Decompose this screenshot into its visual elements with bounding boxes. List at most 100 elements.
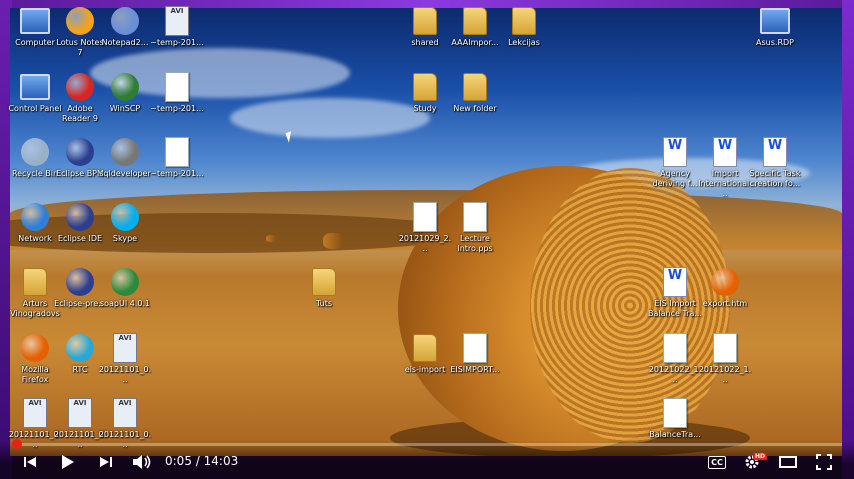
volume-icon[interactable] [131,452,153,472]
desktop-icon-label: New folder [453,104,497,113]
document-icon [460,333,490,363]
scrubber-handle[interactable] [11,439,22,449]
video-file-icon: AVI [162,6,192,36]
previous-icon[interactable] [20,452,40,472]
desktop-icon[interactable]: AAAImpor... [448,6,502,48]
desktop-icon[interactable]: WinSCP [98,72,152,114]
desktop-icon[interactable]: W Agency deriving f... [648,137,702,189]
word-document-icon: W [660,137,690,167]
desktop-icon-label: 20121101_0... [98,365,152,384]
desktop-icon[interactable]: ~temp-201... [150,137,204,179]
document-icon [660,398,690,428]
desktop-icon-label: ~temp-201... [150,38,204,47]
computer-icon [20,72,50,102]
desktop-icon[interactable]: EISIMPORT... [448,333,502,375]
document-icon [162,137,192,167]
desktop-icon[interactable]: 20121022_1... [698,333,752,385]
small-hay-bale [266,235,276,242]
application-icon [20,137,50,167]
desktop-icon[interactable]: Study [398,72,452,114]
desktop-icon[interactable]: sqldeveloper [98,137,152,179]
desktop-icon-label: Specific Task creation fo... [749,169,801,188]
document-icon [460,202,490,232]
document-icon [660,333,690,363]
document-icon [162,72,192,102]
desktop-icon-label: soapUI 4.0.1 [99,299,151,308]
desktop-icon-label: ~temp-201... [150,104,204,113]
application-icon [110,137,140,167]
desktop-icon[interactable]: Lecture Intro.pps [448,202,502,254]
desktop-icon[interactable]: shared [398,6,452,48]
application-icon [110,72,140,102]
desktop-icon-label: AAAImpor... [451,38,499,47]
video-file-icon: AVI [110,333,140,363]
desktop-icon[interactable]: soapUI 4.0.1 [98,267,152,309]
folder-icon [410,333,440,363]
document-icon [710,333,740,363]
application-icon [65,72,95,102]
time-display: 0:05 / 14:03 [165,454,238,468]
word-document-icon: W [660,267,690,297]
application-icon [65,137,95,167]
application-icon [110,6,140,36]
folder-icon [410,72,440,102]
desktop-icon[interactable]: Skype [98,202,152,244]
captions-label: CC [708,455,726,469]
computer-icon [760,6,790,36]
desktop-icon[interactable]: eis-import [398,333,452,375]
desktop-icon[interactable]: New folder [448,72,502,114]
desktop-icon[interactable]: export.htm [698,267,752,309]
desktop-icon[interactable]: 20121022_1... [648,333,702,385]
progress-bar[interactable] [12,443,842,446]
folder-icon [20,267,50,297]
desktop-icon[interactable]: 20121029_2... [398,202,452,254]
folder-icon [460,6,490,36]
desktop-icon[interactable]: W EIS Import Balance Tra... [648,267,702,319]
time-current: 0:05 [165,454,192,468]
video-file-icon: AVI [65,398,95,428]
desktop-icon-label: EIS Import Balance Tra... [648,299,702,318]
desktop-icon[interactable]: Notepad2... [98,6,152,48]
time-total: 14:03 [203,454,239,468]
desktop-icon-label: Study [413,104,437,113]
desktop-icon-label: Import International... [698,169,752,198]
small-hay-bale [323,233,343,249]
desktop-icon-label: shared [411,38,439,47]
application-icon [110,267,140,297]
video-file-icon: AVI [110,398,140,428]
desktop-icon-label: Lecture Intro.pps [457,234,493,253]
desktop-icon[interactable]: AVI 20121101_0... [98,333,152,385]
desktop-icon-label: BalanceTra... [649,430,701,439]
time-separator: / [195,454,200,468]
fullscreen-icon[interactable] [814,452,834,472]
play-icon[interactable] [58,452,78,472]
application-icon [65,6,95,36]
desktop-icon-label: 20121022_1... [698,365,752,384]
desktop-icon-label: Asus.RDP [756,38,794,47]
desktop-icon-label: export.htm [702,299,748,308]
desktop-icon[interactable]: Tuts [297,267,351,309]
desktop-icon-label: 20121029_2... [398,234,452,253]
desktop-icon[interactable]: Lekcijas [497,6,551,48]
captions-button[interactable]: CC [706,452,728,472]
next-icon[interactable] [96,452,116,472]
desktop-icon[interactable]: Asus.RDP [748,6,802,48]
desktop-icon-label: Tuts [315,299,333,308]
theater-mode-icon[interactable] [778,452,798,472]
folder-icon [460,72,490,102]
folder-icon [309,267,339,297]
desktop-icon[interactable]: W Specific Task creation fo... [748,137,802,189]
folder-icon [509,6,539,36]
application-icon [110,202,140,232]
desktop-icon-label: Notepad2... [101,38,149,47]
desktop-icon-label: ~temp-201... [150,169,204,178]
folder-icon [410,6,440,36]
application-icon [65,202,95,232]
desktop-icon[interactable]: ~temp-201... [150,72,204,114]
desktop-icon-label: eis-import [404,365,446,374]
word-document-icon: W [710,137,740,167]
desktop-icon[interactable]: BalanceTra... [648,398,702,440]
desktop-icon-label: WinSCP [109,104,141,113]
desktop-icon[interactable]: W Import International... [698,137,752,199]
desktop-icon[interactable]: AVI ~temp-201... [150,6,204,48]
